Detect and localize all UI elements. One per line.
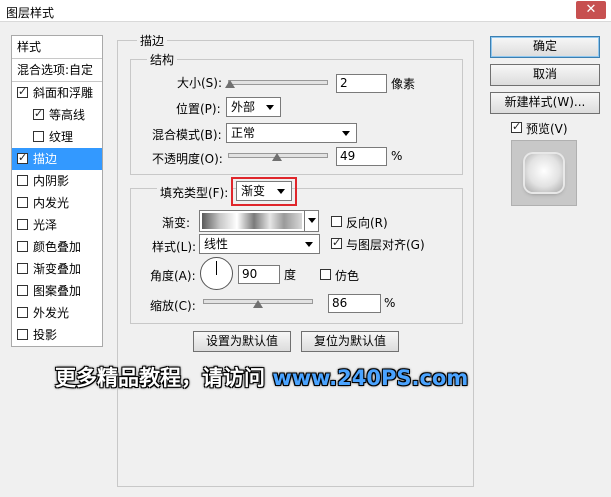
dither-checkbox[interactable] xyxy=(320,269,331,280)
style-item-checkbox[interactable] xyxy=(17,307,28,318)
size-label: 大小(S): xyxy=(177,76,223,90)
blend-options-item[interactable]: 混合选项:自定 xyxy=(12,59,102,81)
watermark-url: www.240PS.com xyxy=(272,366,469,390)
reverse-label: 反向(R) xyxy=(346,216,388,230)
style-item-8[interactable]: 渐变叠加 xyxy=(12,258,102,280)
style-item-label: 内阴影 xyxy=(33,174,70,188)
stroke-section-title: 描边 xyxy=(137,32,168,49)
scale-input[interactable]: 86 xyxy=(328,294,381,313)
style-item-1[interactable]: 等高线 xyxy=(12,104,102,126)
style-item-checkbox[interactable] xyxy=(17,285,28,296)
style-item-checkbox[interactable] xyxy=(33,106,44,122)
style-item-checkbox[interactable] xyxy=(17,175,28,186)
watermark: 更多精品教程，请访问 www.240PS.com xyxy=(55,363,468,393)
style-item-label: 图案叠加 xyxy=(33,284,82,298)
reverse-checkbox[interactable] xyxy=(331,216,342,227)
align-with-layer-checkbox[interactable] xyxy=(331,235,342,251)
style-item-5[interactable]: 内发光 xyxy=(12,192,102,214)
style-item-11[interactable]: 投影 xyxy=(12,324,102,346)
scale-unit: % xyxy=(384,296,396,310)
size-slider-track[interactable] xyxy=(228,80,328,85)
style-item-checkbox[interactable] xyxy=(17,84,28,100)
window-title: 图层样式 xyxy=(6,6,55,20)
size-input[interactable]: 2 xyxy=(336,74,387,93)
ok-button[interactable]: 确定 xyxy=(490,36,600,58)
style-item-label: 光泽 xyxy=(33,218,58,232)
fill-type-label: 填充类型(F): xyxy=(157,184,232,201)
angle-label: 角度(A): xyxy=(150,269,196,283)
structure-group-title: 结构 xyxy=(147,51,178,68)
make-default-button[interactable]: 设置为默认值 xyxy=(193,331,291,352)
style-item-checkbox[interactable] xyxy=(17,219,28,230)
chevron-down-icon xyxy=(308,218,316,223)
gradient-style-select[interactable]: 线性 xyxy=(199,234,320,254)
size-slider-thumb[interactable] xyxy=(225,80,235,88)
style-list-header: 样式 xyxy=(17,40,42,54)
angle-dial[interactable] xyxy=(200,257,233,290)
style-item-checkbox[interactable] xyxy=(17,241,28,252)
style-item-9[interactable]: 图案叠加 xyxy=(12,280,102,302)
style-item-checkbox[interactable] xyxy=(33,131,44,142)
opacity-unit: % xyxy=(391,149,403,163)
preview-checkbox[interactable] xyxy=(511,119,522,135)
style-item-label: 描边 xyxy=(33,152,58,166)
style-item-label: 纹理 xyxy=(49,130,74,144)
style-item-label: 渐变叠加 xyxy=(33,262,82,276)
style-list-panel: 样式 混合选项:自定 斜面和浮雕等高线纹理描边内阴影内发光光泽颜色叠加渐变叠加图… xyxy=(11,35,103,347)
style-item-checkbox[interactable] xyxy=(17,263,28,274)
style-item-label: 等高线 xyxy=(49,108,86,122)
scale-slider-thumb[interactable] xyxy=(253,300,263,308)
chevron-down-icon xyxy=(277,189,285,194)
gradient-dropdown[interactable] xyxy=(304,211,318,231)
dither-label: 仿色 xyxy=(335,269,360,283)
fill-type-select[interactable]: 渐变 xyxy=(236,181,292,201)
align-with-layer-label: 与图层对齐(G) xyxy=(346,238,425,252)
style-item-6[interactable]: 光泽 xyxy=(12,214,102,236)
style-item-label: 斜面和浮雕 xyxy=(33,86,94,100)
chevron-down-icon xyxy=(266,105,274,110)
style-item-checkbox[interactable] xyxy=(17,197,28,208)
chevron-down-icon xyxy=(305,242,313,247)
gradient-preview xyxy=(202,213,302,229)
style-preview-thumbnail xyxy=(511,140,577,206)
watermark-text: 更多精品教程，请访问 xyxy=(55,366,265,390)
blend-mode-select[interactable]: 正常 xyxy=(226,123,357,143)
angle-input[interactable]: 90 xyxy=(238,265,280,284)
close-icon[interactable]: ✕ xyxy=(576,1,606,19)
gradient-picker[interactable] xyxy=(199,210,319,232)
angle-dial-needle xyxy=(216,261,217,275)
style-item-label: 外发光 xyxy=(33,306,70,320)
preview-swatch xyxy=(525,154,563,192)
style-item-4[interactable]: 内阴影 xyxy=(12,170,102,192)
preview-label: 预览(V) xyxy=(526,122,568,136)
style-item-10[interactable]: 外发光 xyxy=(12,302,102,324)
opacity-label: 不透明度(O): xyxy=(152,152,223,166)
chevron-down-icon xyxy=(342,131,350,136)
position-select[interactable]: 外部 xyxy=(226,97,281,117)
style-item-label: 投影 xyxy=(33,328,58,342)
style-item-2[interactable]: 纹理 xyxy=(12,126,102,148)
style-item-label: 颜色叠加 xyxy=(33,240,82,254)
reset-default-button[interactable]: 复位为默认值 xyxy=(301,331,399,352)
blend-mode-label: 混合模式(B): xyxy=(152,128,222,142)
style-item-checkbox[interactable] xyxy=(17,329,28,340)
style-label: 样式(L): xyxy=(152,240,197,254)
gradient-label: 渐变: xyxy=(162,216,191,230)
position-label: 位置(P): xyxy=(176,102,221,116)
new-style-button[interactable]: 新建样式(W)... xyxy=(490,92,600,114)
opacity-slider-thumb[interactable] xyxy=(272,153,282,161)
style-item-label: 内发光 xyxy=(33,196,70,210)
style-item-0[interactable]: 斜面和浮雕 xyxy=(12,82,102,104)
opacity-input[interactable]: 49 xyxy=(336,147,387,166)
style-item-checkbox[interactable] xyxy=(17,150,28,166)
size-unit: 像素 xyxy=(391,77,416,91)
cancel-button[interactable]: 取消 xyxy=(490,64,600,86)
style-item-7[interactable]: 颜色叠加 xyxy=(12,236,102,258)
style-item-3[interactable]: 描边 xyxy=(12,148,102,170)
angle-unit: 度 xyxy=(284,268,297,282)
scale-label: 缩放(C): xyxy=(150,299,196,313)
title-bar: 图层样式 ✕ xyxy=(0,0,611,22)
